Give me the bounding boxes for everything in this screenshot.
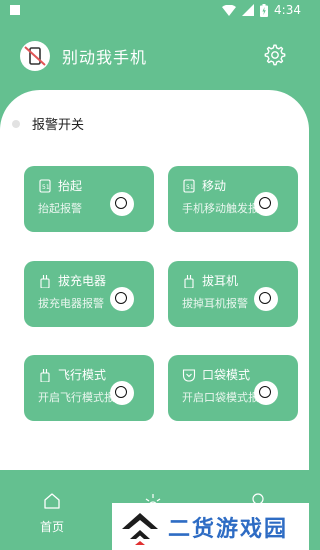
mode-card-pocket[interactable]: 口袋模式 开启口袋模式报警 bbox=[168, 355, 298, 421]
mode-title: 拔耳机 bbox=[202, 274, 239, 288]
mode-toggle[interactable] bbox=[110, 287, 134, 311]
svg-text:51: 51 bbox=[42, 184, 50, 191]
watermark: 二货游戏园 bbox=[112, 503, 309, 550]
notification-icon bbox=[10, 5, 20, 15]
alarm-switch-row[interactable]: 报警开关 bbox=[12, 114, 84, 133]
app-header: 别动我手机 bbox=[0, 30, 309, 80]
battery-icon bbox=[260, 3, 269, 17]
airplane-mode-icon bbox=[40, 369, 50, 382]
mode-card-airplane[interactable]: 飞行模式 开启飞行模式报警 bbox=[24, 355, 154, 421]
mode-title: 抬起 bbox=[58, 179, 83, 193]
mode-title: 拔充电器 bbox=[58, 274, 107, 288]
mode-card-earphone[interactable]: 拔耳机 拔掉耳机报警 bbox=[168, 261, 298, 327]
page-title: 别动我手机 bbox=[62, 48, 148, 67]
no-phone-icon bbox=[24, 46, 46, 66]
mode-toggle[interactable] bbox=[254, 192, 278, 216]
watermark-text: 二货游戏园 bbox=[168, 517, 289, 542]
phone-lift-icon: 51 bbox=[39, 179, 51, 193]
earphone-plug-icon bbox=[184, 275, 194, 288]
alarm-switch[interactable] bbox=[12, 119, 20, 128]
mode-card-lift[interactable]: 51 抬起 抬起报警 bbox=[24, 166, 154, 232]
content-panel: 报警开关 51 抬起 抬起报警 51 移动 手机移动触发报警 拔充电器 拔充电器… bbox=[0, 90, 309, 470]
charger-plug-icon bbox=[40, 275, 50, 288]
mode-toggle[interactable] bbox=[254, 381, 278, 405]
watermark-logo-icon bbox=[122, 513, 158, 545]
mode-toggle[interactable] bbox=[254, 287, 278, 311]
mode-title: 口袋模式 bbox=[202, 368, 251, 382]
phone-move-icon: 51 bbox=[183, 179, 195, 193]
gear-icon[interactable] bbox=[264, 44, 286, 66]
mode-toggle[interactable] bbox=[110, 381, 134, 405]
home-icon bbox=[44, 493, 60, 509]
status-icons: 4:34 bbox=[222, 3, 301, 17]
nav-home[interactable]: 首页 bbox=[36, 492, 68, 535]
svg-text:51: 51 bbox=[186, 184, 194, 191]
alarm-switch-label: 报警开关 bbox=[32, 118, 85, 133]
status-bar: 4:34 bbox=[0, 0, 309, 22]
clock: 4:34 bbox=[274, 3, 301, 17]
wifi-icon bbox=[222, 4, 237, 16]
signal-icon bbox=[242, 4, 255, 16]
pocket-icon bbox=[182, 369, 196, 382]
mode-card-charger[interactable]: 拔充电器 拔充电器报警 bbox=[24, 261, 154, 327]
mode-title: 飞行模式 bbox=[58, 368, 107, 382]
app-logo bbox=[20, 41, 50, 71]
mode-card-move[interactable]: 51 移动 手机移动触发报警 bbox=[168, 166, 298, 232]
nav-home-label: 首页 bbox=[39, 520, 64, 534]
mode-toggle[interactable] bbox=[110, 192, 134, 216]
mode-title: 移动 bbox=[202, 179, 227, 193]
